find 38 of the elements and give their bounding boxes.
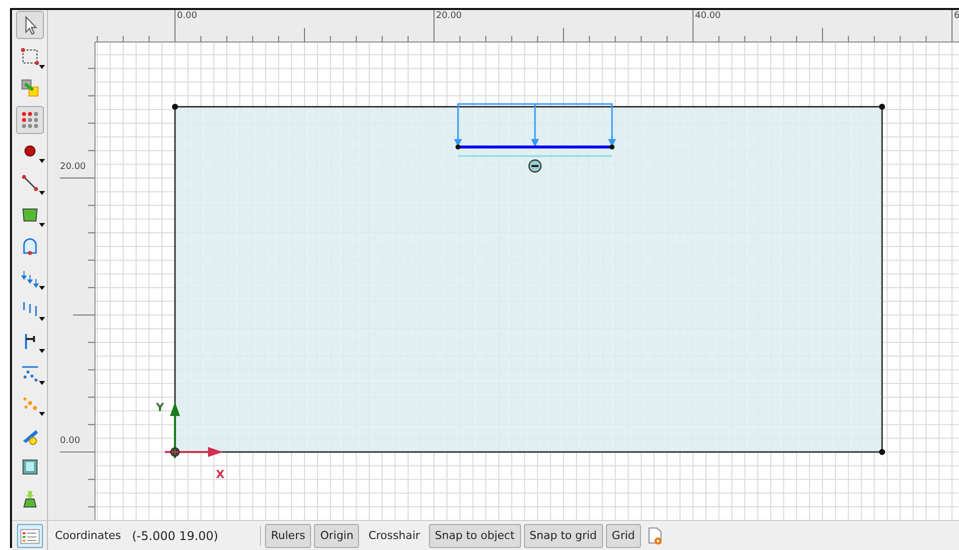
ruler-label: 20.00 (436, 11, 462, 21)
y-axis-label: Y (156, 401, 164, 414)
toggle-button[interactable]: Snap to object (428, 524, 521, 548)
line-icon (20, 172, 40, 193)
toggle-button[interactable]: Snap to grid (524, 524, 603, 548)
pointer-tool-button[interactable] (16, 11, 44, 39)
y-axis-arrow (170, 402, 180, 458)
caret-icon (38, 348, 44, 353)
dots-icon (20, 110, 40, 130)
dots-tool-button[interactable] (16, 106, 44, 134)
ruler-label: 6 (954, 11, 959, 21)
x-axis-label: X (216, 468, 224, 481)
toggle-button[interactable]: Rulers (265, 524, 312, 548)
caret-icon (38, 222, 44, 227)
origin-marker (170, 447, 180, 457)
settings-icon[interactable] (646, 526, 664, 546)
ruler-label: 0.00 (177, 11, 198, 21)
table-icon[interactable] (16, 524, 42, 548)
caret-icon (38, 64, 44, 69)
ruler-label: 20.00 (60, 162, 86, 172)
caret-icon (38, 286, 44, 290)
squares-icon (20, 78, 40, 98)
ruler-label: 0.00 (60, 436, 80, 446)
minus-circle-icon (528, 159, 542, 173)
toggle-button[interactable]: Origin (314, 524, 360, 548)
toggle-button[interactable]: Grid (606, 524, 641, 548)
coordinates-label: Coordinates (55, 529, 122, 542)
x-axis-arrow (165, 447, 223, 457)
caret-icon (38, 317, 44, 322)
toggle-button[interactable]: Crosshair (362, 524, 426, 548)
coordinates-value: (-5.000 19.00) (132, 528, 220, 542)
caret-icon (38, 190, 44, 195)
caret-icon (38, 159, 44, 164)
ruler-label: 40.00 (695, 11, 721, 21)
frame-icon (20, 457, 40, 478)
marquee-icon (20, 46, 40, 67)
caret-icon (38, 380, 44, 385)
caret-icon (38, 412, 44, 416)
